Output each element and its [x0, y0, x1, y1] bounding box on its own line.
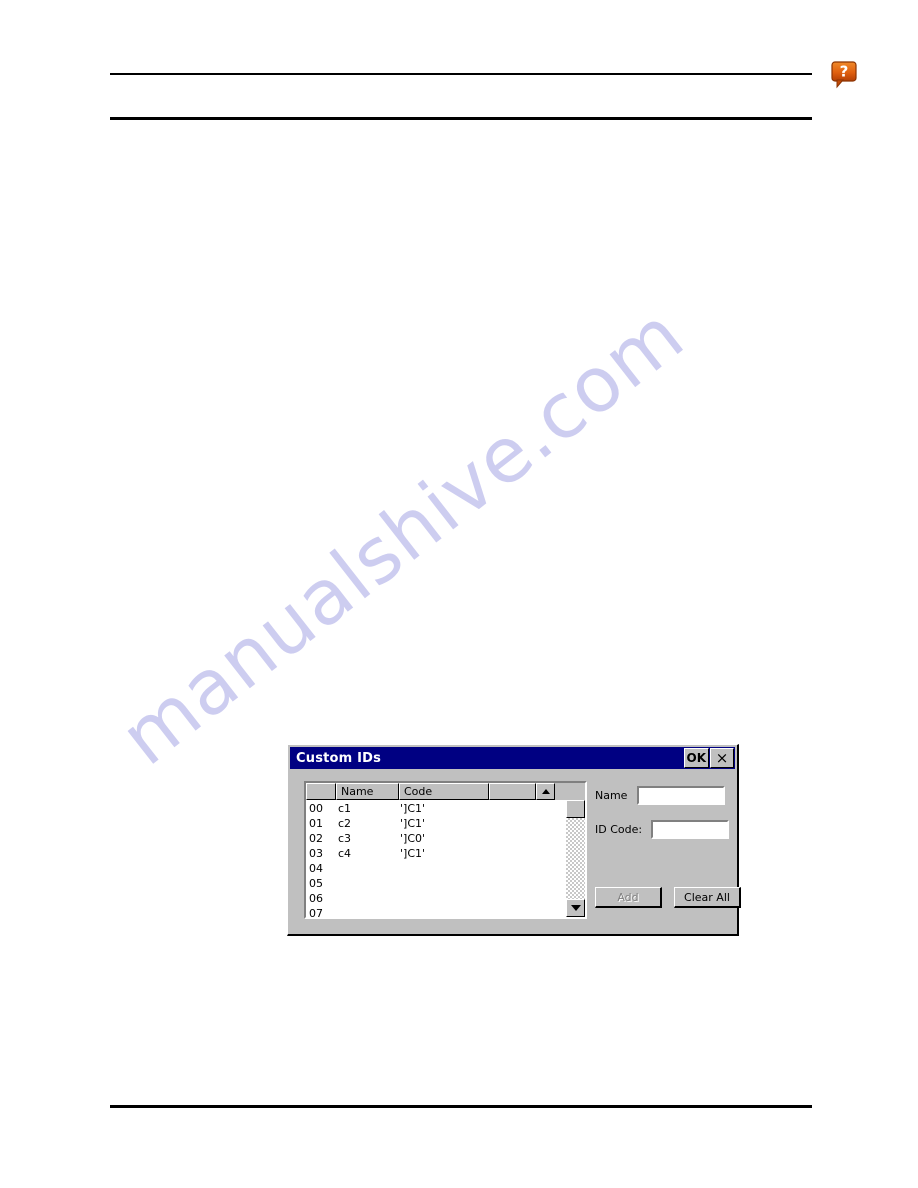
- list-rows: 00 c1 ']C1' 01 c2 ']C1' 02 c3 ']C0' 03 c…: [306, 800, 566, 917]
- list-header-row: Name Code: [306, 783, 585, 800]
- row-code: ']C1': [400, 817, 426, 830]
- table-row[interactable]: 07: [306, 906, 566, 917]
- table-row[interactable]: 04: [306, 861, 566, 876]
- custom-ids-dialog: Custom IDs OK × Name Code 00 c1 ']C1' 01…: [287, 744, 741, 936]
- row-index: 02: [309, 832, 323, 845]
- row-index: 01: [309, 817, 323, 830]
- list-scrollbar[interactable]: [566, 800, 585, 917]
- name-input[interactable]: [637, 785, 725, 805]
- custom-ids-list[interactable]: Name Code 00 c1 ']C1' 01 c2 ']C1' 02 c3 …: [304, 781, 587, 919]
- table-row[interactable]: 02 c3 ']C0': [306, 831, 566, 846]
- entry-form-panel: Name ID Code: Add Clear All: [595, 779, 741, 921]
- row-index: 03: [309, 847, 323, 860]
- svg-text:?: ?: [840, 63, 849, 81]
- row-index: 07: [309, 907, 323, 917]
- idcode-field-row: ID Code:: [595, 819, 729, 839]
- column-header-index[interactable]: [306, 783, 336, 800]
- header-rule-thick: [110, 117, 812, 120]
- row-code: ']C0': [400, 832, 426, 845]
- table-row[interactable]: 06: [306, 891, 566, 906]
- column-header-spacer[interactable]: [489, 783, 536, 800]
- column-header-code[interactable]: Code: [399, 783, 489, 800]
- row-code: ']C1': [400, 847, 426, 860]
- table-row[interactable]: 00 c1 ']C1': [306, 801, 566, 816]
- row-name: c1: [338, 802, 352, 815]
- scroll-up-button[interactable]: [536, 783, 555, 800]
- row-name: c2: [338, 817, 352, 830]
- idcode-input[interactable]: [651, 819, 729, 839]
- idcode-label: ID Code:: [595, 822, 643, 836]
- page-canvas: manualshive.com ? Custom IDs OK × Name C…: [0, 0, 918, 1188]
- help-question-bubble-icon[interactable]: ?: [830, 60, 860, 90]
- column-header-name[interactable]: Name: [336, 783, 399, 800]
- row-index: 05: [309, 877, 323, 890]
- list-body: 00 c1 ']C1' 01 c2 ']C1' 02 c3 ']C0' 03 c…: [306, 800, 585, 917]
- chevron-up-icon: [541, 789, 550, 794]
- table-row[interactable]: 01 c2 ']C1': [306, 816, 566, 831]
- dialog-titlebar[interactable]: Custom IDs OK ×: [290, 747, 735, 769]
- watermark-text: manualshive.com: [104, 289, 700, 783]
- titlebar-button-group: OK ×: [683, 747, 736, 769]
- close-icon[interactable]: ×: [710, 748, 734, 768]
- row-index: 04: [309, 862, 323, 875]
- scrollbar-track[interactable]: [566, 818, 585, 899]
- clear-all-button[interactable]: Clear All: [674, 887, 741, 908]
- dialog-client-area: Name Code 00 c1 ']C1' 01 c2 ']C1' 02 c3 …: [290, 771, 741, 932]
- watermark: manualshive.com: [0, 0, 918, 1188]
- name-label: Name: [595, 788, 628, 802]
- ok-button[interactable]: OK: [683, 748, 709, 768]
- form-button-row: Add Clear All: [595, 887, 741, 908]
- add-button[interactable]: Add: [595, 887, 662, 908]
- row-index: 06: [309, 892, 323, 905]
- row-name: c4: [338, 847, 352, 860]
- scroll-down-button[interactable]: [566, 899, 585, 917]
- dialog-title: Custom IDs: [296, 750, 382, 766]
- footer-rule: [110, 1105, 812, 1108]
- row-index: 00: [309, 802, 323, 815]
- scrollbar-thumb[interactable]: [566, 800, 585, 818]
- chevron-down-icon: [570, 905, 581, 911]
- name-field-row: Name: [595, 785, 725, 805]
- table-row[interactable]: 05: [306, 876, 566, 891]
- row-code: ']C1': [400, 802, 426, 815]
- table-row[interactable]: 03 c4 ']C1': [306, 846, 566, 861]
- row-name: c3: [338, 832, 352, 845]
- header-rule-thin: [110, 73, 812, 75]
